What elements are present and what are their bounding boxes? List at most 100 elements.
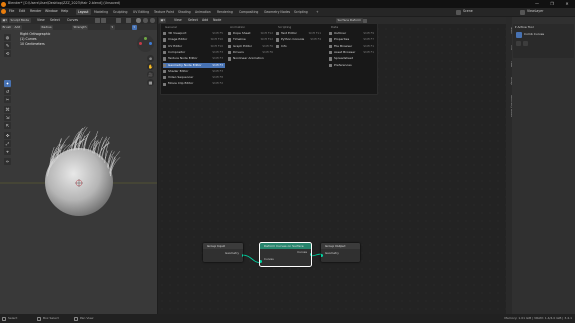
menu-item-text-editor[interactable]: Text Editor Shift F11 [276, 31, 323, 37]
tab-modeling[interactable]: Modeling [92, 9, 110, 15]
tool-delete-icon[interactable]: ⟲ [4, 50, 11, 57]
socket-dot[interactable] [241, 253, 243, 257]
menu-item-label: Nonlinear Animation [233, 56, 264, 61]
menu-item-graph-editor[interactable]: Graph Editor Shift F6 [228, 44, 275, 50]
editor-type-button[interactable]: ▣▾ [1, 18, 9, 23]
maximize-button[interactable]: ❐ [545, 0, 559, 8]
menu-item-dope-sheet[interactable]: Dope Sheet Shift F12 [228, 31, 275, 37]
brush-icon[interactable] [95, 18, 100, 23]
tool-add-icon[interactable]: ✎ [4, 42, 11, 49]
menu-item-nonlinear-animation[interactable]: Nonlinear Animation [228, 56, 275, 62]
editor-type-icon [163, 63, 167, 67]
general-column-title: General [165, 25, 177, 29]
menu-item-file-browser[interactable]: File Browser Shift F1 [329, 44, 376, 50]
socket-dot[interactable] [321, 253, 323, 257]
menu-item-preferences[interactable]: Preferences [329, 63, 376, 69]
menu-item-properties[interactable]: Properties Shift F7 [329, 37, 376, 43]
brush-preview-icon[interactable] [516, 41, 521, 46]
menu-item-uv-editor[interactable]: UV Editor Shift F10 [163, 44, 225, 50]
add-selector[interactable]: Add [13, 24, 22, 30]
mode-selector[interactable]: Sculpt Mode [9, 18, 31, 23]
y-axis-icon[interactable] [144, 37, 147, 40]
menu-render[interactable]: Render [30, 9, 41, 14]
menu-item-shortcut: Shift F6 [262, 43, 273, 48]
menu-window[interactable]: Window [45, 9, 58, 14]
tab-animation[interactable]: Animation [193, 9, 213, 15]
menu-item-drivers[interactable]: Drivers Shift F6 [228, 50, 275, 56]
tab-geometry-nodes[interactable]: Geometry Nodes [262, 9, 292, 15]
solid-shading-icon[interactable] [136, 18, 141, 23]
material-shading-icon[interactable] [143, 18, 148, 23]
editor-type-icon [228, 51, 232, 55]
menu-edit[interactable]: Edit [19, 9, 25, 14]
brush-settings-button[interactable]: ▾ [110, 24, 115, 30]
brush-options-icon[interactable] [523, 41, 528, 46]
radius-field[interactable]: Radius [40, 24, 54, 30]
tool-grow-shrink-icon[interactable]: ✂ [4, 96, 11, 103]
menu-item-timeline[interactable]: Timeline Shift F12 [228, 37, 275, 43]
tool-density-icon[interactable]: ◍ [4, 34, 11, 41]
menu-item-movie-clip-editor[interactable]: Movie Clip Editor Shift F2 [163, 81, 225, 87]
tool-options-button[interactable]: ▾ [132, 24, 137, 30]
menu-item-compositor[interactable]: Compositor Shift F3 [163, 50, 225, 56]
rendered-shading-icon[interactable] [150, 18, 155, 23]
pan-icon[interactable]: ✋ [147, 63, 154, 70]
editor-type-icon [163, 82, 167, 86]
tab-shading[interactable]: Shading [176, 9, 193, 15]
overlay-icon[interactable] [126, 18, 131, 23]
navigation-gizmo[interactable] [137, 35, 154, 52]
tab-compositing[interactable]: Compositing [237, 9, 260, 15]
group-input-node[interactable]: Group Input Geometry [203, 243, 243, 262]
tab-layout[interactable]: Layout [76, 9, 91, 15]
menu-item-shortcut: Shift F1 [363, 49, 374, 54]
strength-field[interactable]: Strength [72, 24, 88, 30]
deform-curves-node[interactable]: Deform Curves on Surface Curves Curves [259, 242, 312, 267]
viewport-menu-curves[interactable]: Curves [67, 18, 78, 23]
menu-item-outliner[interactable]: Outliner Shift F9 [329, 31, 376, 37]
comb-tool-icon[interactable] [516, 32, 522, 38]
viewport-menu-select[interactable]: Select [50, 18, 60, 23]
menu-item-shortcut: Shift F1 [363, 43, 374, 48]
menu-item-shader-editor[interactable]: Shader Editor Shift F3 [163, 69, 225, 75]
menu-item-python-console[interactable]: Python Console Shift F4 [276, 37, 323, 43]
view-layer-selector[interactable]: ViewLayer [527, 9, 543, 14]
socket-dot[interactable] [309, 252, 311, 256]
editor-type-icon [163, 76, 167, 80]
tool-snake-hook-icon[interactable]: ↺ [4, 88, 11, 95]
viewport-menu-view[interactable]: View [37, 18, 45, 23]
symmetry-icon[interactable] [101, 18, 106, 23]
x-axis-icon[interactable] [139, 42, 142, 45]
menu-item-asset-browser[interactable]: Asset Browser Shift F1 [329, 50, 376, 56]
menu-file[interactable]: File [9, 9, 14, 14]
mouse-left-icon [2, 316, 6, 321]
menu-item-geometry-node-editor[interactable]: Geometry Node Editor Shift F3 [163, 62, 225, 68]
scene-selector[interactable]: Scene [463, 9, 473, 14]
camera-view-icon[interactable]: 🎥 [147, 71, 154, 78]
tab-texture-paint[interactable]: Texture Paint [152, 9, 176, 15]
tab-sculpting[interactable]: Sculpting [111, 9, 129, 15]
z-axis-icon[interactable] [149, 42, 152, 45]
minimize-button[interactable]: — [530, 0, 544, 8]
viewport-gizmo-icon[interactable] [116, 18, 121, 23]
brush-selector[interactable]: Brush [1, 24, 13, 30]
menu-item-image-editor[interactable]: Image Editor Shift F10 [163, 37, 225, 43]
socket-dot[interactable] [260, 259, 262, 263]
tool-comb-icon[interactable]: ✦ [4, 80, 11, 87]
blender-menu-icon[interactable] [1, 9, 6, 15]
tab-uv-editing[interactable]: UV Editing [131, 9, 151, 15]
menu-help[interactable]: Help [61, 9, 68, 14]
menu-item-info[interactable]: Info [276, 44, 323, 50]
menu-item-video-sequencer[interactable]: Video Sequencer Shift F8 [163, 75, 225, 81]
tab-rendering[interactable]: Rendering [215, 9, 235, 15]
3d-viewport[interactable]: ▣▾ Sculpt Mode View Select Curves Brush … [0, 17, 157, 314]
menu-item-3d-viewport[interactable]: 3D Viewport Shift F5 [163, 31, 225, 37]
perspective-toggle-icon[interactable]: ▦ [147, 79, 154, 86]
menu-item-texture-node-editor[interactable]: Texture Node Editor Shift F3 [163, 56, 225, 62]
zoom-icon[interactable]: ⊕ [147, 55, 154, 62]
active-tool-heading: ▾ Active Tool [515, 24, 534, 29]
close-button[interactable]: ✕ [560, 0, 574, 8]
group-output-node[interactable]: Group Output Geometry [321, 243, 360, 262]
menu-item-spreadsheet[interactable]: Spreadsheet [329, 56, 376, 62]
tab-scripting[interactable]: Scripting [292, 9, 310, 15]
add-workspace-icon[interactable]: + [314, 9, 321, 15]
